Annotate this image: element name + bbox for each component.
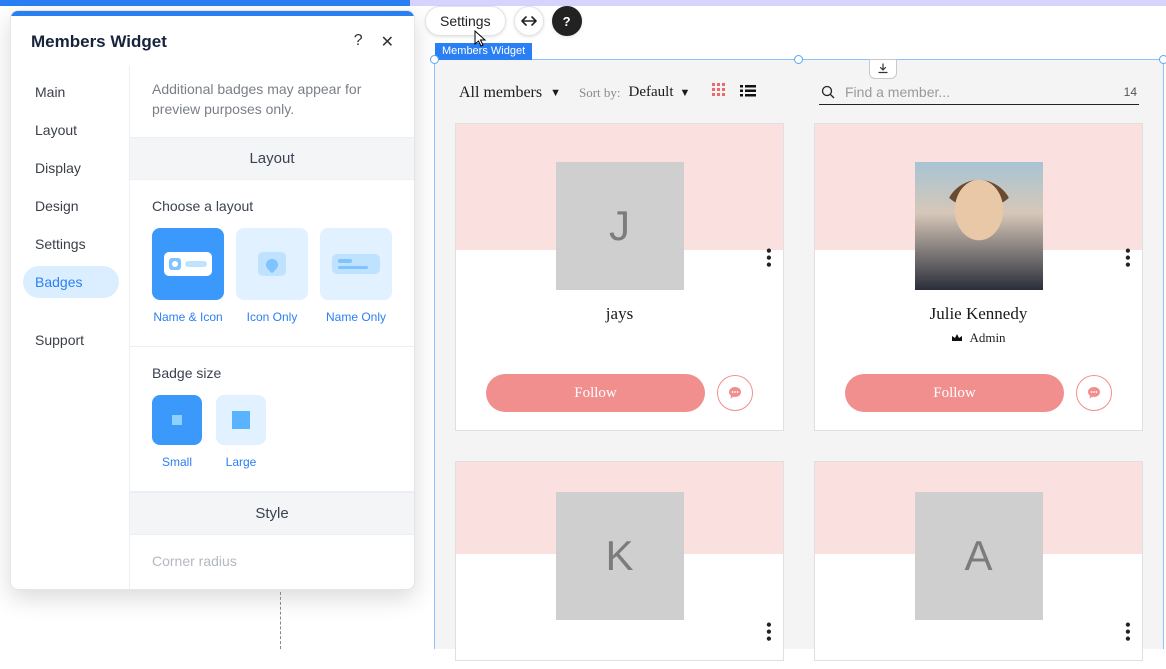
sort-dropdown[interactable]: Default ▼ [629,84,691,101]
layout-thumb-icon [152,228,224,300]
grid-view-icon[interactable] [712,83,726,102]
avatar-initial: A [915,492,1043,620]
settings-panel: Members Widget ? ✕ Main Layout Display Desi… [10,10,415,590]
card-more-icon[interactable]: ••• [766,248,771,270]
tab-main[interactable]: Main [23,76,119,108]
badge-size-label: Badge size [152,365,392,381]
question-icon: ? [563,14,571,29]
download-tab[interactable] [869,59,897,79]
size-option-large[interactable]: Large [216,395,266,469]
size-thumb-icon [152,395,202,445]
tab-badges[interactable]: Badges [23,266,119,298]
layout-option-1[interactable]: Icon Only [236,228,308,324]
panel-close-icon[interactable]: ✕ [381,32,394,52]
widget-canvas[interactable]: Members Widget All members ▼ Sort by: De… [434,59,1164,649]
size-thumb-icon [216,395,266,445]
tab-support[interactable]: Support [23,324,119,356]
widget-tag: Members Widget [435,43,532,60]
download-icon [877,63,889,75]
settings-button[interactable]: Settings [425,6,506,36]
follow-button[interactable]: Follow [845,374,1064,412]
avatar-initial: K [556,492,684,620]
chat-icon [1086,385,1102,401]
card-more-icon[interactable]: ••• [766,622,771,644]
selection-handle[interactable] [794,55,803,64]
chat-icon [727,385,743,401]
layout-option-label: Name Only [326,310,386,324]
section-style-title: Style [130,492,414,535]
badges-note: Additional badges may appear for preview… [130,66,414,137]
layout-thumb-icon [236,228,308,300]
sort-value: Default [629,84,674,101]
crown-icon [951,333,963,343]
search-input[interactable] [845,84,1114,100]
layout-option-2[interactable]: Name Only [320,228,392,324]
tab-design[interactable]: Design [23,190,119,222]
member-name: jays [456,304,783,324]
section-layout-title: Layout [130,137,414,180]
size-option-small[interactable]: Small [152,395,202,469]
tab-display[interactable]: Display [23,152,119,184]
member-card: K ••• [455,461,784,661]
arrows-horizontal-icon [521,15,537,27]
search-field[interactable]: 14 [819,80,1139,105]
chevron-down-icon: ▼ [550,87,561,99]
vertical-guide [280,592,281,649]
filter-label: All members [459,84,542,102]
avatar-photo [915,162,1043,290]
panel-title: Members Widget [31,32,167,52]
help-button[interactable]: ? [552,6,582,36]
result-count: 14 [1124,85,1137,99]
search-icon [821,85,835,99]
list-view-icon[interactable] [740,84,756,102]
card-more-icon[interactable]: ••• [1125,248,1130,270]
layout-option-0[interactable]: Name & Icon [152,228,224,324]
member-name: Julie Kennedy [815,304,1142,324]
chevron-down-icon: ▼ [680,87,691,99]
tab-settings[interactable]: Settings [23,228,119,260]
layout-option-label: Icon Only [247,310,298,324]
size-option-label: Large [226,455,257,469]
chat-button[interactable] [717,375,753,411]
sort-label: Sort by: [579,85,621,101]
resize-horizontal-button[interactable] [514,6,544,36]
selection-handle[interactable] [1159,55,1166,64]
member-card: ••• Julie Kennedy Admin Follow [814,123,1143,431]
member-card: A ••• [814,461,1143,661]
card-more-icon[interactable]: ••• [1125,622,1130,644]
chat-button[interactable] [1076,375,1112,411]
selection-handle[interactable] [430,55,439,64]
filter-dropdown[interactable]: All members ▼ [459,84,561,102]
member-role: Admin [815,330,1142,346]
tab-layout[interactable]: Layout [23,114,119,146]
layout-thumb-icon [320,228,392,300]
panel-help-icon[interactable]: ? [354,32,363,52]
size-option-label: Small [162,455,192,469]
avatar-initial: J [556,162,684,290]
layout-option-label: Name & Icon [153,310,222,324]
member-card: J ••• jays Follow [455,123,784,431]
corner-radius-label: Corner radius [152,553,392,569]
choose-layout-label: Choose a layout [152,198,392,214]
follow-button[interactable]: Follow [486,374,705,412]
